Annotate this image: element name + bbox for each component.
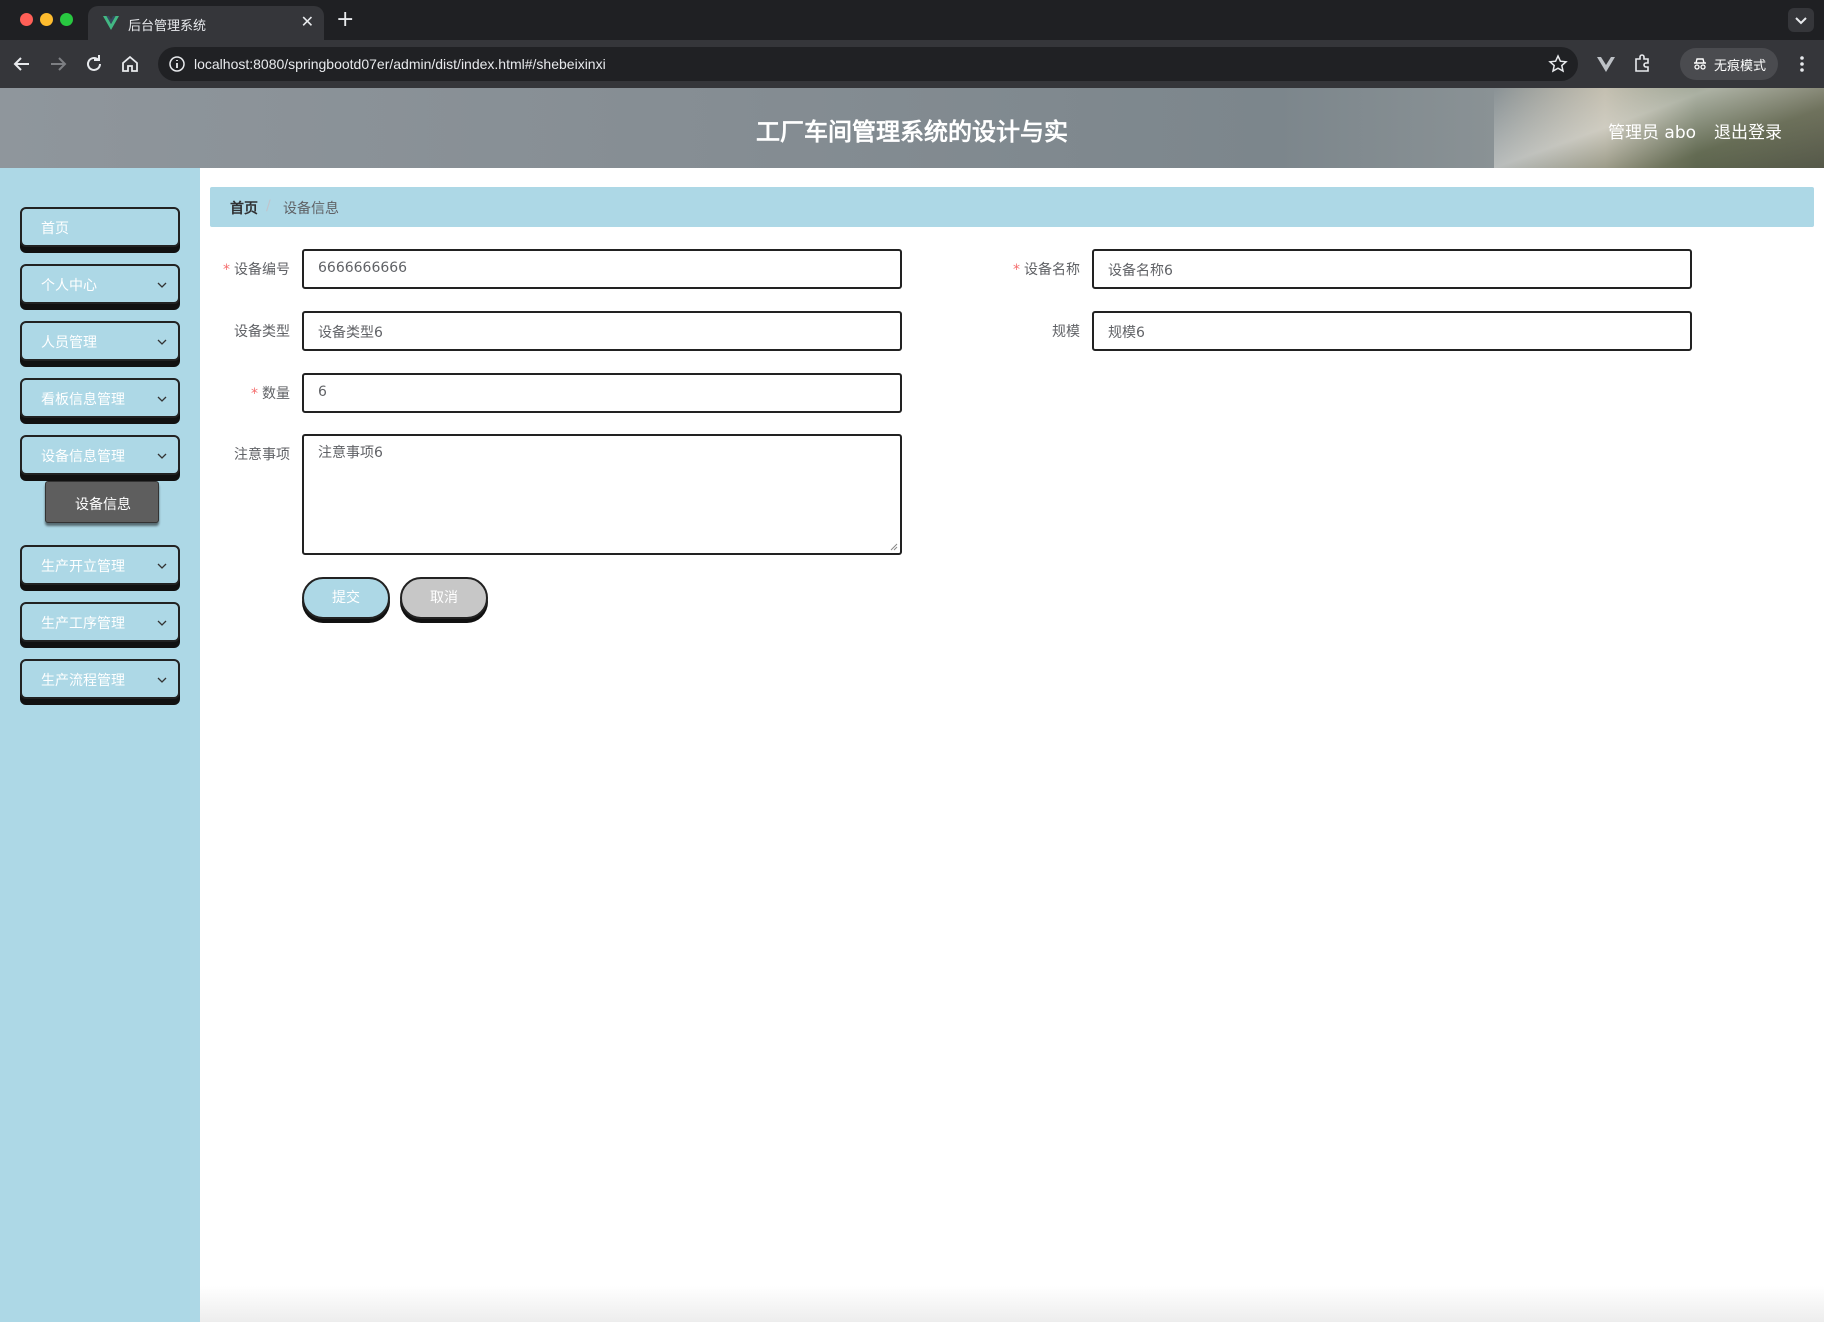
- browser-toolbar: localhost:8080/springbootd07er/admin/dis…: [0, 40, 1824, 88]
- scale-label-text: 规模: [1052, 324, 1080, 340]
- device-type-value: 设备类型6: [318, 325, 383, 341]
- quantity-value: 6: [318, 384, 327, 400]
- cancel-button[interactable]: 取消: [400, 577, 488, 619]
- maximize-window-icon[interactable]: [60, 13, 73, 26]
- chevron-down-icon: [157, 620, 167, 626]
- sidebar-item-home[interactable]: 首页: [20, 207, 180, 247]
- chevron-down-icon: [157, 396, 167, 402]
- sidebar-item-label: 看板信息管理: [41, 392, 125, 408]
- chevron-down-icon: [1795, 17, 1807, 25]
- extensions-puzzle-icon[interactable]: [1630, 52, 1654, 76]
- home-icon[interactable]: [118, 52, 142, 76]
- forward-arrow-icon[interactable]: [46, 52, 70, 76]
- device-code-input[interactable]: 6666666666: [302, 249, 902, 289]
- sidebar-item-label: 生产工序管理: [41, 616, 125, 632]
- reload-icon[interactable]: [82, 52, 106, 76]
- sidebar-subitem-label: 设备信息: [75, 497, 131, 513]
- browser-menu-icon[interactable]: [1790, 52, 1814, 76]
- app-header: 工厂车间管理系统的设计与实 管理员 abo 退出登录: [0, 88, 1824, 168]
- sidebar-item-process-management[interactable]: 生产工序管理: [20, 602, 180, 642]
- breadcrumb: 首页 / 设备信息: [210, 187, 1814, 227]
- device-code-value: 6666666666: [318, 260, 408, 276]
- chevron-down-icon: [157, 339, 167, 345]
- site-info-icon[interactable]: [168, 55, 186, 73]
- chevron-down-icon: [157, 453, 167, 459]
- notes-label-text: 注意事项: [234, 447, 290, 463]
- notes-textarea[interactable]: 注意事项6: [302, 434, 902, 555]
- sidebar-item-label: 首页: [41, 221, 69, 237]
- sidebar-item-production-order-management[interactable]: 生产开立管理: [20, 545, 180, 585]
- quantity-label-text: 数量: [262, 386, 290, 402]
- quantity-label: * 数量: [170, 383, 290, 403]
- bookmark-star-icon[interactable]: [1548, 54, 1568, 74]
- required-mark: *: [1013, 262, 1020, 278]
- device-name-label-text: 设备名称: [1024, 262, 1080, 278]
- resize-grip-icon[interactable]: [890, 543, 898, 551]
- device-name-value: 设备名称6: [1108, 263, 1173, 279]
- device-name-input[interactable]: 设备名称6: [1092, 249, 1692, 289]
- sidebar-item-staff-management[interactable]: 人员管理: [20, 321, 180, 361]
- tab-title: 后台管理系统: [128, 19, 207, 34]
- sidebar-item-label: 个人中心: [41, 278, 97, 294]
- breadcrumb-home[interactable]: 首页: [230, 198, 258, 218]
- breadcrumb-separator: /: [266, 198, 271, 214]
- minimize-window-icon[interactable]: [40, 13, 53, 26]
- sidebar-item-label: 生产开立管理: [41, 559, 125, 575]
- sidebar-item-personal-center[interactable]: 个人中心: [20, 264, 180, 304]
- notes-value: 注意事项6: [318, 445, 383, 461]
- chevron-down-icon: [157, 677, 167, 683]
- new-tab-icon[interactable]: +: [336, 6, 354, 34]
- incognito-icon: [1694, 58, 1706, 70]
- logout-button[interactable]: 退出登录: [1714, 118, 1782, 143]
- device-type-label-text: 设备类型: [234, 324, 290, 340]
- scale-label: 规模: [960, 321, 1080, 341]
- browser-tabbar: 后台管理系统 ✕ +: [0, 0, 1824, 40]
- breadcrumb-current: 设备信息: [283, 201, 339, 217]
- scale-input[interactable]: 规模6: [1092, 311, 1692, 351]
- submit-button[interactable]: 提交: [302, 577, 390, 619]
- url-text[interactable]: localhost:8080/springbootd07er/admin/dis…: [194, 56, 606, 72]
- back-arrow-icon[interactable]: [10, 52, 34, 76]
- scale-value: 规模6: [1108, 325, 1145, 341]
- required-mark: *: [251, 386, 258, 402]
- device-name-label: * 设备名称: [960, 259, 1080, 279]
- device-type-label: 设备类型: [170, 321, 290, 341]
- sidebar-subitem-equipment-info[interactable]: 设备信息: [45, 481, 159, 523]
- sidebar-item-equipment-management[interactable]: 设备信息管理: [20, 435, 180, 475]
- vue-devtools-icon[interactable]: [1594, 52, 1618, 76]
- tab-search-button[interactable]: [1788, 8, 1814, 32]
- sidebar-item-label: 生产流程管理: [41, 673, 125, 689]
- incognito-badge[interactable]: 无痕模式: [1680, 48, 1778, 80]
- tab-close-icon[interactable]: ✕: [301, 12, 314, 32]
- bottom-shade: [200, 1286, 1824, 1322]
- address-bar[interactable]: localhost:8080/springbootd07er/admin/dis…: [158, 47, 1578, 81]
- chevron-down-icon: [157, 563, 167, 569]
- sidebar-item-board-management[interactable]: 看板信息管理: [20, 378, 180, 418]
- sidebar-item-workflow-management[interactable]: 生产流程管理: [20, 659, 180, 699]
- device-code-label-text: 设备编号: [234, 262, 290, 278]
- chevron-down-icon: [157, 282, 167, 288]
- vue-logo-icon: [103, 16, 119, 30]
- quantity-input[interactable]: 6: [302, 373, 902, 413]
- incognito-label: 无痕模式: [1714, 59, 1767, 74]
- app-title: 工厂车间管理系统的设计与实: [756, 118, 1068, 146]
- device-code-label: * 设备编号: [170, 259, 290, 279]
- browser-tab[interactable]: 后台管理系统 ✕: [88, 6, 324, 40]
- sidebar-item-label: 设备信息管理: [41, 449, 125, 465]
- required-mark: *: [223, 262, 230, 278]
- close-window-icon[interactable]: [20, 13, 33, 26]
- device-type-input[interactable]: 设备类型6: [302, 311, 902, 351]
- current-user: 管理员 abo: [1608, 123, 1697, 143]
- notes-label: 注意事项: [170, 444, 290, 464]
- sidebar-item-label: 人员管理: [41, 335, 97, 351]
